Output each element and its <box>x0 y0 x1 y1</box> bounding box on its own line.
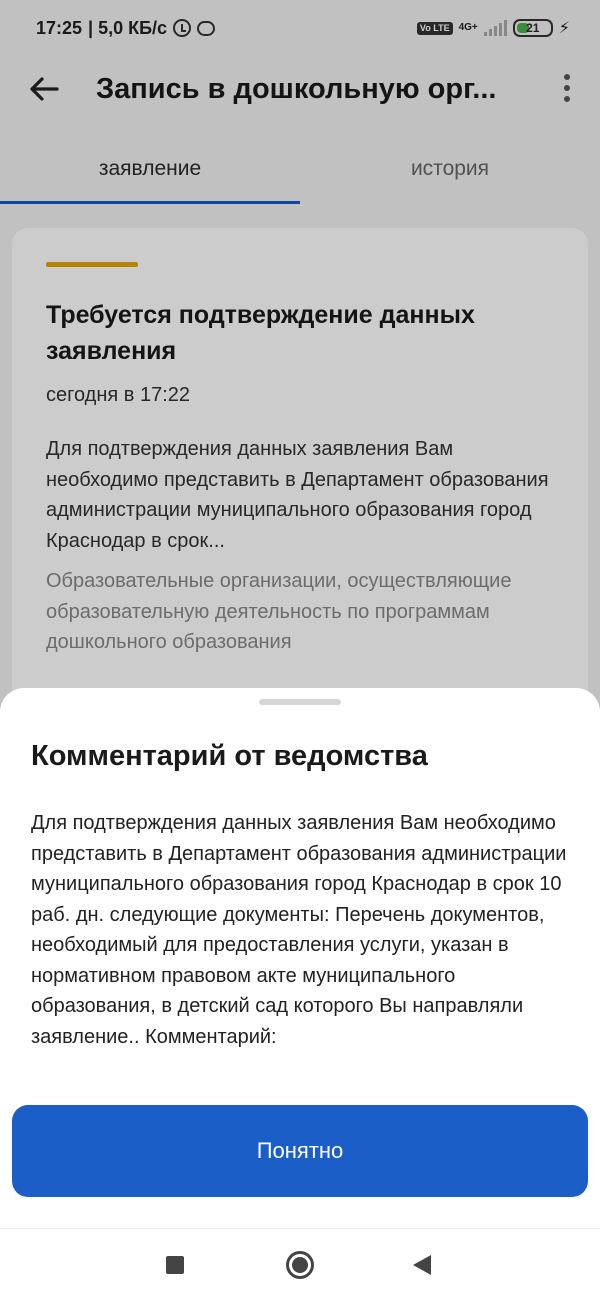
sheet-title: Комментарий от ведомства <box>31 740 428 772</box>
back-button[interactable] <box>382 1229 462 1299</box>
drag-handle[interactable] <box>259 699 341 705</box>
circle-icon <box>286 1250 314 1279</box>
triangle-back-icon <box>413 1254 431 1275</box>
comment-bottom-sheet: Комментарий от ведомства Для подтвержден… <box>0 688 600 1228</box>
battery-level: 21 <box>526 21 540 35</box>
ok-button[interactable]: Понятно <box>12 1105 588 1197</box>
square-icon <box>166 1255 184 1274</box>
system-nav-bar <box>0 1228 600 1299</box>
sheet-comment-text: Для подтверждения данных заявления Вам н… <box>31 812 567 1048</box>
recent-apps-button[interactable] <box>135 1229 215 1299</box>
home-button[interactable] <box>260 1229 340 1299</box>
